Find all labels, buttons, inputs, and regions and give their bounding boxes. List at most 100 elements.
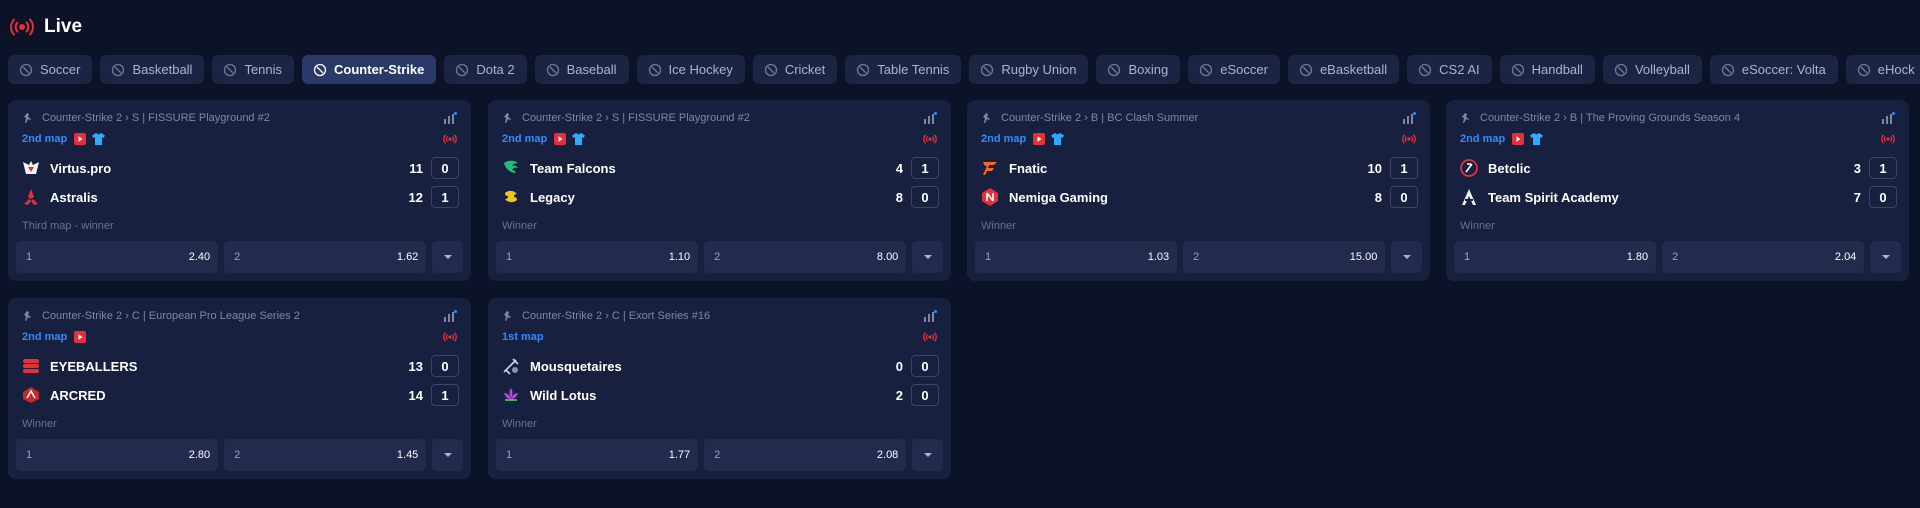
soccer-ball-icon <box>18 62 34 78</box>
tab-ebasketball[interactable]: eBasketball <box>1287 55 1400 84</box>
sport-tabs: Soccer Basketball Tennis Counter-Strike Dota… <box>8 55 1920 84</box>
tab-label: eSoccer <box>1220 62 1268 77</box>
team-name: Fnatic <box>1009 160 1048 176</box>
lineup-shirt-icon[interactable] <box>92 133 106 145</box>
current-map-label: 2nd map <box>1460 133 1506 145</box>
tab-label: Rugby Union <box>1001 62 1077 77</box>
tab-esoccer-volta[interactable]: eSoccer: Volta <box>1709 55 1838 84</box>
tab-label: Counter-Strike <box>334 62 425 77</box>
team-name: EYEBALLERS <box>50 358 138 374</box>
odds-button-1[interactable]: 1 2.40 <box>16 241 219 273</box>
map-status-row: 1st map <box>502 329 937 345</box>
odds-button-2[interactable]: 2 2.04 <box>1662 241 1865 273</box>
tab-table-tennis[interactable]: Table Tennis <box>845 55 962 84</box>
odds-button-1[interactable]: 1 2.80 <box>16 439 219 471</box>
more-markets-button[interactable] <box>1870 241 1901 273</box>
tab-soccer[interactable]: Soccer <box>8 55 93 84</box>
live-video-icon[interactable] <box>553 133 566 145</box>
odds-button-2[interactable]: 2 1.45 <box>224 439 427 471</box>
match-card[interactable]: Counter-Strike 2 › C | European Pro Leag… <box>8 298 471 479</box>
odds-value: 1.03 <box>1147 251 1170 263</box>
stats-icon[interactable] <box>1879 111 1895 125</box>
team-map-score: 1 <box>1390 157 1418 179</box>
wild-lotus-logo-icon <box>500 384 522 406</box>
match-card[interactable]: Counter-Strike 2 › B | BC Clash Summer 2n… <box>967 100 1430 281</box>
more-markets-button[interactable] <box>1391 241 1422 273</box>
tournament-name[interactable]: Counter-Strike 2 › S | FISSURE Playgroun… <box>522 112 750 124</box>
nemiga-logo-icon <box>979 186 1001 208</box>
tournament-name[interactable]: Counter-Strike 2 › B | BC Clash Summer <box>1001 112 1198 124</box>
table-tennis-icon <box>855 62 871 78</box>
arcred-logo-icon <box>20 384 42 406</box>
tab-counter-strike[interactable]: Counter-Strike <box>302 55 437 84</box>
team-map-score: 1 <box>431 384 459 406</box>
more-markets-button[interactable] <box>912 439 943 471</box>
match-card[interactable]: Counter-Strike 2 › S | FISSURE Playgroun… <box>8 100 471 281</box>
tab-esoccer[interactable]: eSoccer <box>1188 55 1280 84</box>
odds-button-2[interactable]: 2 2.08 <box>704 439 907 471</box>
odds-button-1[interactable]: 1 1.10 <box>496 241 699 273</box>
match-card[interactable]: Counter-Strike 2 › S | FISSURE Playgroun… <box>488 100 951 281</box>
tab-boxing[interactable]: Boxing <box>1096 55 1181 84</box>
tab-cs2-ai[interactable]: CS2 AI <box>1407 55 1492 84</box>
team-row: Team Falcons 4 1 <box>500 156 939 180</box>
tab-cricket[interactable]: Cricket <box>752 55 838 84</box>
tournament-name[interactable]: Counter-Strike 2 › C | Exort Series #16 <box>522 310 710 322</box>
tab-label: Boxing <box>1128 62 1169 77</box>
stats-icon[interactable] <box>921 111 937 125</box>
tab-handball[interactable]: Handball <box>1499 55 1595 84</box>
tab-rugby-union[interactable]: Rugby Union <box>969 55 1089 84</box>
odds-button-1[interactable]: 1 1.80 <box>1454 241 1657 273</box>
live-video-icon[interactable] <box>1511 133 1524 145</box>
eyeballers-logo-icon <box>20 355 42 377</box>
more-markets-button[interactable] <box>432 241 463 273</box>
odds-button-1[interactable]: 1 1.77 <box>496 439 699 471</box>
chevron-down-icon <box>923 451 933 459</box>
live-video-icon[interactable] <box>1032 133 1045 145</box>
stats-icon[interactable] <box>441 111 457 125</box>
odds-outcome-label: 2 <box>1193 251 1200 263</box>
tab-tennis[interactable]: Tennis <box>212 55 295 84</box>
chevron-down-icon <box>443 451 453 459</box>
more-markets-button[interactable] <box>432 439 463 471</box>
tab-baseball[interactable]: Baseball <box>534 55 629 84</box>
current-map-label: 2nd map <box>981 133 1027 145</box>
boxing-glove-icon <box>1106 62 1122 78</box>
match-card[interactable]: Counter-Strike 2 › C | Exort Series #16 1… <box>488 298 951 479</box>
live-indicator-icon <box>443 133 457 145</box>
match-card[interactable]: Counter-Strike 2 › B | The Proving Groun… <box>1446 100 1909 281</box>
market-label: Winner <box>502 418 537 430</box>
current-map-label: 1st map <box>502 331 544 343</box>
odds-button-1[interactable]: 1 1.03 <box>975 241 1178 273</box>
team-round-score: 14 <box>408 387 423 403</box>
live-video-icon[interactable] <box>73 331 86 343</box>
tournament-name[interactable]: Counter-Strike 2 › S | FISSURE Playgroun… <box>42 112 270 124</box>
team-row: Nemiga Gaming 8 0 <box>979 185 1418 209</box>
tournament-name[interactable]: Counter-Strike 2 › B | The Proving Groun… <box>1480 112 1740 124</box>
odds-button-2[interactable]: 2 1.62 <box>224 241 427 273</box>
team-name: Wild Lotus <box>530 387 597 403</box>
current-map-label: 2nd map <box>22 331 68 343</box>
stats-icon[interactable] <box>921 309 937 323</box>
lineup-shirt-icon[interactable] <box>1051 133 1065 145</box>
tab-ice-hockey[interactable]: Ice Hockey <box>636 55 745 84</box>
tab-volleyball[interactable]: Volleyball <box>1602 55 1702 84</box>
odds-button-2[interactable]: 2 8.00 <box>704 241 907 273</box>
lineup-shirt-icon[interactable] <box>1530 133 1544 145</box>
tournament-name[interactable]: Counter-Strike 2 › C | European Pro Leag… <box>42 310 300 322</box>
odds-outcome-label: 1 <box>985 251 992 263</box>
market-label: Winner <box>1460 220 1495 232</box>
more-markets-button[interactable] <box>912 241 943 273</box>
tab-dota-2[interactable]: Dota 2 <box>444 55 527 84</box>
odds-button-2[interactable]: 2 15.00 <box>1183 241 1386 273</box>
team-map-score: 0 <box>911 384 939 406</box>
tab-ehock[interactable]: eHock <box>1845 55 1920 84</box>
team-row: Team Spirit Academy 7 0 <box>1458 185 1897 209</box>
stats-icon[interactable] <box>441 309 457 323</box>
team-map-score: 1 <box>1869 157 1897 179</box>
tab-basketball[interactable]: Basketball <box>100 55 205 84</box>
stats-icon[interactable] <box>1400 111 1416 125</box>
live-video-icon[interactable] <box>73 133 86 145</box>
lineup-shirt-icon[interactable] <box>572 133 586 145</box>
team-round-score: 7 <box>1853 189 1861 205</box>
